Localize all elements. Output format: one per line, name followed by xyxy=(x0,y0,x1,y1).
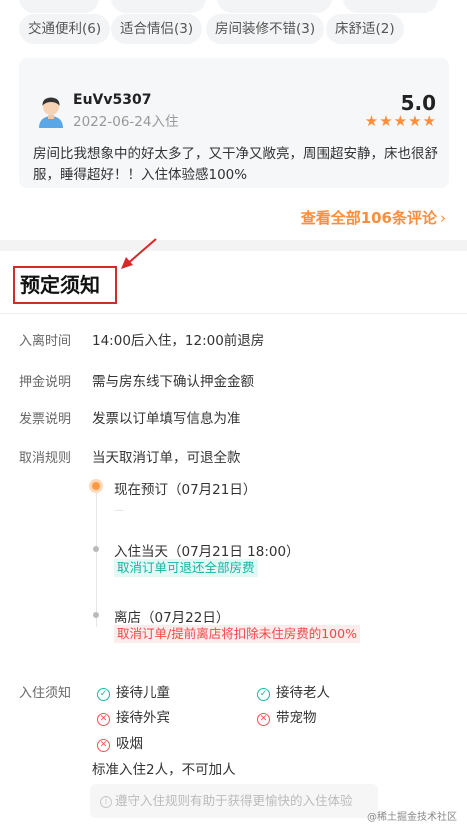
review-tag-chip[interactable]: 适合情侣(3) xyxy=(111,14,203,44)
cancel-rule-value: 当天取消订单，可退全款 xyxy=(92,450,241,466)
rule-pets-not-allowed: ✕ 带宠物 xyxy=(257,706,317,726)
check-circle-icon: ✓ xyxy=(97,688,110,701)
annotation-arrow-icon xyxy=(121,238,157,269)
rule-children-allowed: ✓ 接待儿童 xyxy=(97,681,170,701)
review-tag-chip[interactable]: 房间装修不错(3) xyxy=(206,14,325,44)
review-tag-chip[interactable] xyxy=(19,0,99,13)
rule-foreigners-not-allowed: ✕ 接待外宾 xyxy=(97,706,170,726)
rule-elderly-allowed: ✓ 接待老人 xyxy=(257,681,330,701)
invoice-value: 发票以订单填写信息为准 xyxy=(92,411,241,427)
see-all-reviews-link[interactable]: 查看全部106条评论 › xyxy=(301,207,446,228)
checkin-time-value: 14:00后入住，12:00前退房 xyxy=(92,333,265,349)
full-refund-note: 取消订单可退还全部房费 xyxy=(114,559,258,577)
invoice-label: 发票说明 xyxy=(19,412,72,427)
timeline-line xyxy=(96,487,97,627)
cross-circle-icon: ✕ xyxy=(257,713,270,726)
occupancy-note: 标准入住2人，不可加人 xyxy=(92,762,236,778)
section-divider xyxy=(0,240,467,251)
cross-circle-icon: ✕ xyxy=(97,739,110,752)
rule-smoking-not-allowed: ✕ 吸烟 xyxy=(97,732,143,752)
chevron-right-icon: › xyxy=(440,209,446,227)
booking-notice-title: 预定须知 xyxy=(13,266,117,304)
rules-tip-banner: i 遵守入住规则有助于获得更愉快的入住体验 xyxy=(90,784,378,818)
penalty-note: 取消订单/提前离店将扣除未住房费的100% xyxy=(114,625,360,643)
review-tag-chip[interactable] xyxy=(343,0,438,13)
timeline-dot-icon xyxy=(93,546,99,552)
review-tag-chip[interactable]: 交通便利(6) xyxy=(19,14,111,44)
checkin-time-label: 入离时间 xyxy=(19,334,72,349)
review-tag-chip[interactable] xyxy=(111,0,206,13)
timeline-current-dot-icon xyxy=(89,479,103,493)
review-date: 2022-06-24入住 xyxy=(73,114,179,130)
star-rating-icon: ★★★★★ xyxy=(364,112,437,130)
timeline-step-checkin-day: 入住当天（07月21日 18:00） xyxy=(114,544,300,560)
deposit-label: 押金说明 xyxy=(19,375,72,390)
house-rules-label: 入住须知 xyxy=(19,686,72,701)
watermark: @稀土掘金技术社区 xyxy=(367,812,457,823)
review-tag-chip[interactable] xyxy=(217,0,332,13)
check-circle-icon: ✓ xyxy=(257,688,270,701)
review-card[interactable]: EuVv5307 2022-06-24入住 5.0 ★★★★★ 房间比我想象中的… xyxy=(19,58,449,188)
reviewer-name: EuVv5307 xyxy=(73,92,152,108)
user-avatar-icon xyxy=(39,97,63,128)
timeline-placeholder: — xyxy=(114,505,124,516)
see-all-label: 查看全部106条评论 xyxy=(300,209,437,227)
info-icon: i xyxy=(100,796,112,808)
cross-circle-icon: ✕ xyxy=(97,713,110,726)
review-tag-strip: 交通便利(6) 适合情侣(3) 房间装修不错(3) 床舒适(2) xyxy=(0,0,467,58)
cancel-rule-label: 取消规则 xyxy=(19,451,72,466)
timeline-step-checkout: 离店（07月22日） xyxy=(114,610,230,626)
deposit-value: 需与房东线下确认押金金额 xyxy=(92,374,254,390)
timeline-step-book-now: 现在预订（07月21日） xyxy=(114,482,257,498)
review-tag-chip[interactable]: 床舒适(2) xyxy=(326,14,404,44)
timeline-dot-icon xyxy=(93,612,99,618)
title-separator xyxy=(0,313,467,314)
review-text: 房间比我想象中的好太多了，又干净又敞亮，周围超安静，床也很舒服，睡得超好！！入住… xyxy=(33,146,438,183)
